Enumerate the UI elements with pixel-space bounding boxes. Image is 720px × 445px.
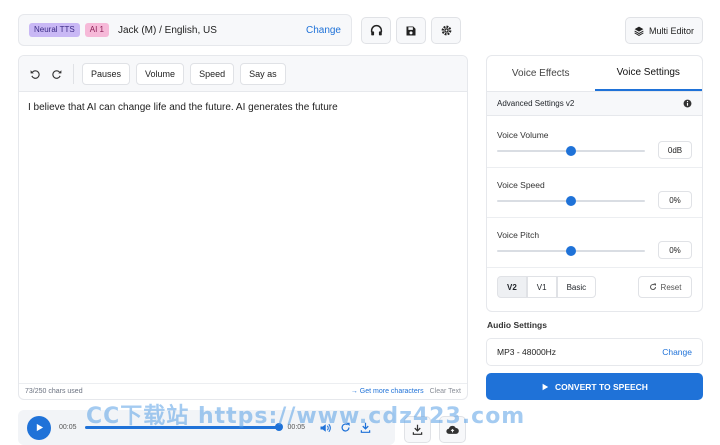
replay-button[interactable] (337, 420, 353, 436)
multi-editor-button[interactable]: Multi Editor (625, 17, 703, 44)
voice-volume-slider[interactable] (497, 146, 645, 156)
voice-pitch-label: Voice Pitch (497, 230, 540, 240)
cloud-upload-button[interactable] (439, 416, 466, 443)
play-icon (542, 383, 549, 390)
toolbar-divider (73, 63, 74, 84)
pauses-button[interactable]: Pauses (82, 62, 131, 85)
gear-icon (441, 25, 451, 36)
reset-label: Reset (660, 282, 682, 292)
version-v1-button[interactable]: V1 (526, 276, 557, 298)
tab-voice-effects[interactable]: Voice Effects (487, 56, 595, 91)
volume-button[interactable]: Volume (136, 62, 185, 85)
say-as-button[interactable]: Say as (240, 62, 286, 85)
chars-used: 73/250 chars used (25, 388, 83, 395)
convert-to-speech-button[interactable]: CONVERT TO SPEECH (486, 373, 703, 400)
replay-icon (341, 422, 350, 432)
audio-player: 00:05 00:05 (18, 410, 395, 445)
settings-button[interactable] (431, 17, 461, 44)
advanced-settings-label: Advanced Settings v2 (497, 99, 575, 108)
voice-pitch-slider[interactable] (497, 246, 645, 256)
neural-tts-badge: Neural TTS (29, 23, 80, 37)
version-v2-button[interactable]: V2 (497, 276, 527, 298)
editor-footer: 73/250 chars used → Get more characters … (19, 383, 467, 399)
layers-icon (634, 26, 644, 36)
redo-button[interactable] (49, 66, 65, 82)
slider-handle[interactable] (566, 246, 576, 256)
info-icon[interactable] (683, 99, 692, 108)
refresh-icon (649, 283, 656, 290)
volume-button[interactable] (317, 420, 333, 436)
voice-pitch-value[interactable]: 0% (658, 241, 692, 259)
headphones-icon (370, 24, 382, 36)
voice-volume-value[interactable]: 0dB (658, 141, 692, 159)
settings-tabs: Voice Effects Voice Settings (487, 56, 702, 92)
voice-pitch-control: Voice Pitch 0% (487, 218, 702, 268)
total-time: 00:05 (287, 424, 306, 431)
cloud-upload-icon (446, 425, 459, 434)
speaker-icon (320, 423, 331, 432)
multi-editor-label: Multi Editor (648, 25, 694, 36)
version-selector: V2 V1 Basic (497, 276, 597, 298)
tab-voice-settings[interactable]: Voice Settings (594, 56, 702, 91)
voice-selector[interactable]: Neural TTS AI 1 Jack (M) / English, US C… (18, 14, 352, 46)
download-icon (360, 422, 370, 433)
convert-label: CONVERT TO SPEECH (555, 381, 648, 392)
version-basic-button[interactable]: Basic (556, 276, 597, 298)
audio-format-value: MP3 - 48000Hz (497, 347, 557, 357)
clear-text-button[interactable]: Clear Text (430, 388, 461, 395)
progress-handle[interactable] (274, 423, 283, 431)
progress-bar[interactable] (84, 423, 283, 431)
slider-handle[interactable] (566, 196, 576, 206)
voice-volume-control: Voice Volume 0dB (487, 118, 702, 168)
current-time: 00:05 (59, 424, 77, 431)
download-icon (412, 424, 423, 435)
editor-toolbar: Pauses Volume Speed Say as (19, 56, 467, 92)
save-button[interactable] (396, 17, 426, 44)
editor-text-area[interactable]: I believe that AI can change life and th… (28, 102, 338, 113)
slider-handle[interactable] (566, 146, 576, 156)
voice-speed-value[interactable]: 0% (658, 191, 692, 209)
play-button[interactable] (27, 415, 51, 440)
watermark-right: 知乎 @AI生成未来 (528, 407, 673, 427)
download-button[interactable] (404, 416, 431, 443)
audio-settings-title: Audio Settings (487, 320, 547, 330)
voice-name: Jack (M) / English, US (118, 24, 217, 36)
undo-icon (30, 69, 40, 79)
undo-button[interactable] (27, 66, 43, 82)
text-editor: Pauses Volume Speed Say as I believe tha… (18, 55, 468, 400)
change-voice-link[interactable]: Change (306, 25, 341, 36)
download-audio-button[interactable] (357, 420, 373, 436)
voice-volume-label: Voice Volume (497, 130, 549, 140)
advanced-settings-header: Advanced Settings v2 (487, 92, 702, 116)
change-audio-format-link[interactable]: Change (662, 347, 692, 357)
play-icon (36, 423, 43, 432)
save-icon (406, 26, 416, 35)
voice-speed-control: Voice Speed 0% (487, 168, 702, 218)
preview-voice-button[interactable] (361, 17, 391, 44)
voice-settings-panel: Voice Effects Voice Settings Advanced Se… (486, 55, 703, 312)
voice-speed-label: Voice Speed (497, 180, 545, 190)
reset-button[interactable]: Reset (638, 276, 692, 298)
get-more-characters-link[interactable]: → Get more characters (351, 388, 424, 395)
voice-speed-slider[interactable] (497, 196, 645, 206)
speed-button[interactable]: Speed (190, 62, 235, 85)
redo-icon (52, 69, 62, 79)
audio-format-selector: MP3 - 48000Hz Change (486, 338, 703, 366)
ai-badge: AI 1 (84, 23, 109, 37)
